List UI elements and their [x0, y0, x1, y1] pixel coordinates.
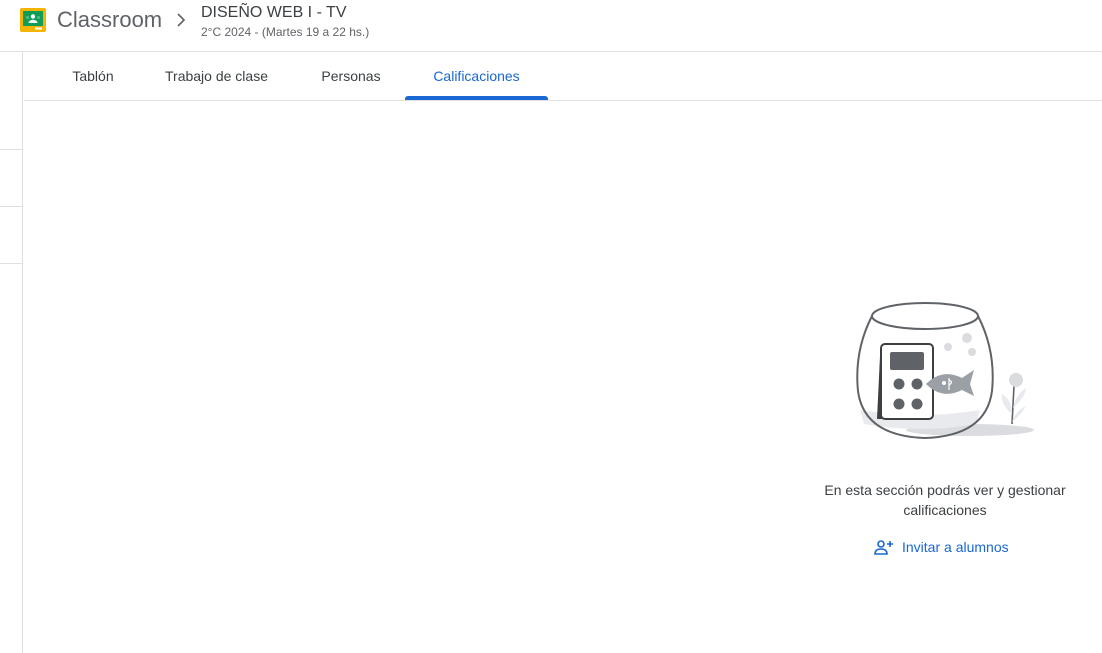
empty-state-message: En esta sección podrás ver y gestionar c…	[824, 482, 1066, 518]
chevron-right-icon	[177, 13, 186, 27]
side-rail	[0, 52, 23, 653]
rail-divider	[0, 206, 23, 207]
class-title[interactable]: DISEÑO WEB I - TV	[201, 3, 347, 23]
tab-calificaciones[interactable]: Calificaciones	[405, 52, 548, 100]
rail-divider	[0, 263, 23, 264]
invite-students-label: Invitar a alumnos	[902, 539, 1009, 555]
fishbowl-illustration	[856, 302, 1034, 440]
tab-bar: Tablón Trabajo de clase Personas Calific…	[24, 52, 1102, 101]
tab-tablon[interactable]: Tablón	[47, 52, 139, 100]
app-name[interactable]: Classroom	[57, 6, 162, 34]
tab-label: Calificaciones	[433, 68, 520, 84]
tab-trabajo-de-clase[interactable]: Trabajo de clase	[149, 52, 284, 100]
tab-label: Personas	[321, 68, 381, 84]
class-subtitle: 2°C 2024 - (Martes 19 a 22 hs.)	[201, 25, 370, 39]
tab-label: Tablón	[72, 68, 114, 84]
rail-divider	[0, 149, 23, 150]
tab-label: Trabajo de clase	[165, 68, 268, 84]
classroom-logo-icon[interactable]	[20, 8, 46, 32]
top-app-bar: Classroom DISEÑO WEB I - TV 2°C 2024 - (…	[0, 0, 1102, 52]
tab-personas[interactable]: Personas	[306, 52, 396, 100]
active-tab-indicator	[405, 96, 548, 100]
invite-students-button[interactable]: Invitar a alumnos	[874, 536, 1009, 558]
add-person-icon	[874, 540, 893, 555]
